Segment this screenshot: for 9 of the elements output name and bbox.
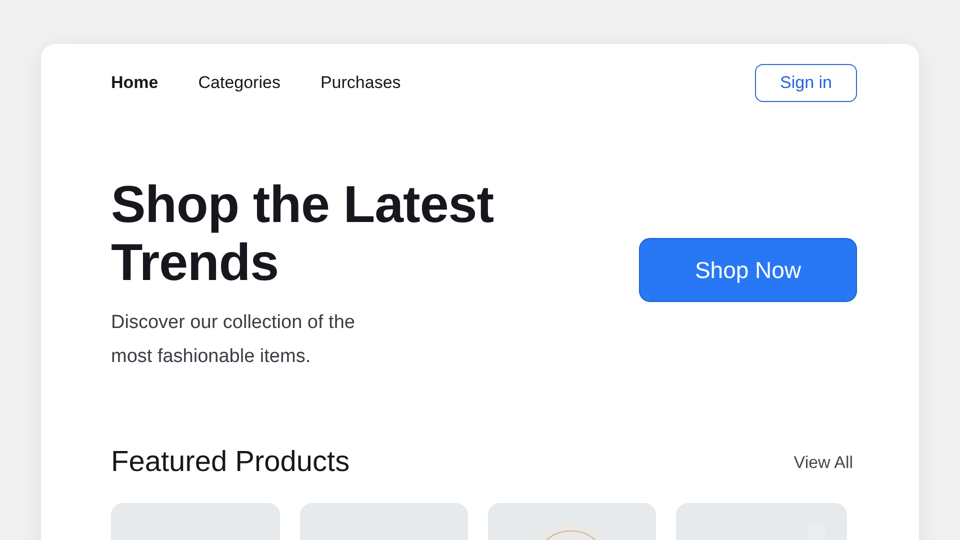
nav-link[interactable]: Purchases bbox=[320, 73, 401, 93]
section-title: Featured Products bbox=[111, 446, 350, 479]
hero-title: Shop the Latest Trends bbox=[111, 176, 495, 292]
hero-subtitle: Discover our collection of the most fashionable items. bbox=[111, 311, 356, 369]
nav-link[interactable]: Home bbox=[111, 73, 158, 93]
nav-link[interactable]: Categories bbox=[198, 73, 280, 93]
sign-in-button[interactable]: Sign in bbox=[755, 64, 857, 102]
shop-now-button[interactable]: Shop Now bbox=[639, 238, 857, 302]
view-all-link[interactable]: View All bbox=[794, 452, 853, 472]
